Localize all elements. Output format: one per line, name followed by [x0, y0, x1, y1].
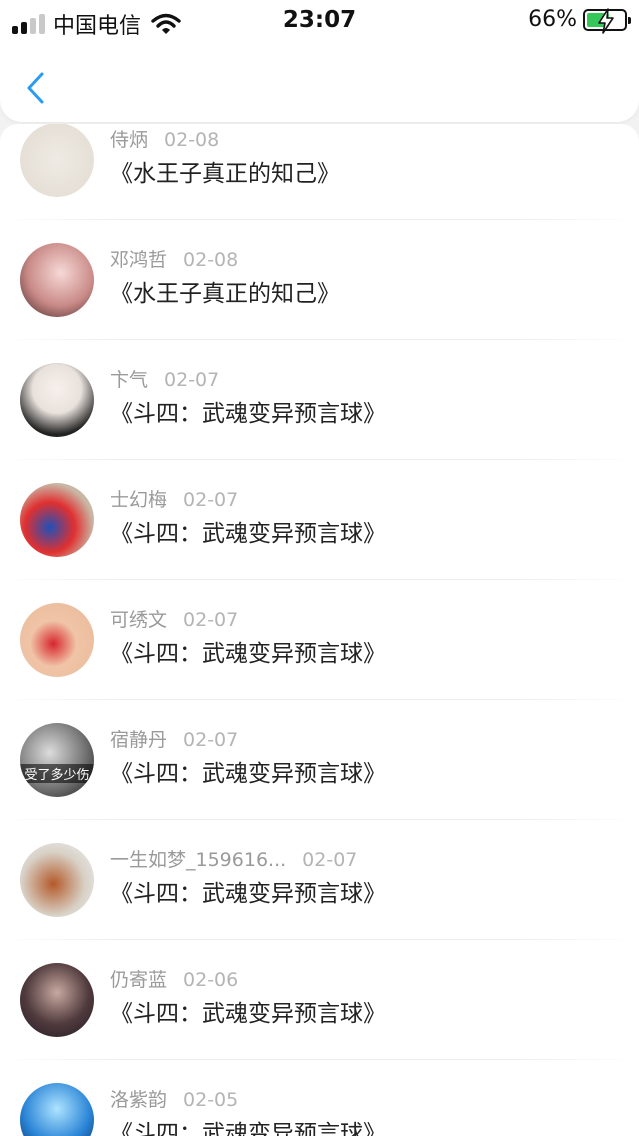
- reply-list[interactable]: 侍炳 02-08 《水王子真正的知己》 邓鸿哲 02-08 《水王子真正的知己》 卞…: [0, 124, 639, 1136]
- reply-content[interactable]: 《斗四：武魂变异预言球》: [110, 514, 386, 548]
- list-item[interactable]: 可绣文 02-07 《斗四：武魂变异预言球》: [0, 580, 639, 700]
- list-item[interactable]: 士幻梅 02-07 《斗四：武魂变异预言球》: [0, 460, 639, 580]
- list-item[interactable]: 受了多少伤 宿静丹 02-07 《斗四：武魂变异预言球》: [0, 700, 639, 820]
- post-date: 02-06: [183, 969, 239, 991]
- post-date: 02-05: [183, 1089, 239, 1111]
- list-item[interactable]: 侍炳 02-08 《水王子真正的知己》: [0, 124, 639, 220]
- user-name[interactable]: 卞气: [110, 369, 148, 391]
- name-row: 一生如梦_159616... 02-07: [110, 845, 357, 872]
- user-name[interactable]: 士幻梅: [110, 489, 167, 511]
- avatar[interactable]: [20, 243, 94, 317]
- post-date: 02-07: [183, 729, 239, 751]
- avatar[interactable]: [20, 603, 94, 677]
- nav-bar: [0, 42, 639, 122]
- status-bar: 中国电信 23:07 66%: [0, 0, 639, 42]
- status-right: 66%: [528, 7, 631, 34]
- post-date: 02-07: [183, 489, 239, 511]
- post-date: 02-08: [183, 249, 239, 271]
- user-name[interactable]: 可绣文: [110, 609, 167, 631]
- user-name[interactable]: 洛紫韵: [110, 1089, 167, 1111]
- name-row: 邓鸿哲 02-08: [110, 245, 238, 272]
- avatar[interactable]: [20, 124, 94, 197]
- reply-content[interactable]: 《斗四：武魂变异预言球》: [110, 874, 386, 908]
- name-row: 可绣文 02-07: [110, 605, 238, 632]
- battery-icon: [583, 7, 631, 34]
- reply-content[interactable]: 《斗四：武魂变异预言球》: [110, 394, 386, 428]
- post-date: 02-08: [164, 129, 220, 151]
- name-row: 卞气 02-07: [110, 365, 219, 392]
- avatar[interactable]: [20, 483, 94, 557]
- avatar[interactable]: [20, 363, 94, 437]
- reply-list-inner: 侍炳 02-08 《水王子真正的知己》 邓鸿哲 02-08 《水王子真正的知己》 卞…: [0, 124, 639, 1136]
- name-row: 士幻梅 02-07: [110, 485, 238, 512]
- post-date: 02-07: [164, 369, 220, 391]
- avatar[interactable]: [20, 843, 94, 917]
- user-name[interactable]: 邓鸿哲: [110, 249, 167, 271]
- post-date: 02-07: [183, 609, 239, 631]
- list-item[interactable]: 洛紫韵 02-05 《斗四：武魂变异预言球》: [0, 1060, 639, 1136]
- avatar[interactable]: [20, 1083, 94, 1136]
- name-row: 仍寄蓝 02-06: [110, 965, 238, 992]
- post-date: 02-07: [302, 849, 358, 871]
- chevron-left-icon[interactable]: [22, 68, 48, 108]
- name-row: 侍炳 02-08: [110, 125, 219, 152]
- user-name[interactable]: 侍炳: [110, 129, 148, 151]
- reply-content[interactable]: 《水王子真正的知己》: [110, 154, 340, 188]
- user-name[interactable]: 一生如梦_159616...: [110, 849, 286, 871]
- list-item[interactable]: 一生如梦_159616... 02-07 《斗四：武魂变异预言球》: [0, 820, 639, 940]
- avatar[interactable]: 受了多少伤: [20, 723, 94, 797]
- name-row: 洛紫韵 02-05: [110, 1085, 238, 1112]
- reply-content[interactable]: 《斗四：武魂变异预言球》: [110, 754, 386, 788]
- list-item[interactable]: 卞气 02-07 《斗四：武魂变异预言球》: [0, 340, 639, 460]
- list-item[interactable]: 仍寄蓝 02-06 《斗四：武魂变异预言球》: [0, 940, 639, 1060]
- avatar[interactable]: [20, 963, 94, 1037]
- charging-bolt-icon: [598, 7, 614, 34]
- reply-content[interactable]: 《斗四：武魂变异预言球》: [110, 1114, 386, 1136]
- battery-cap: [628, 16, 631, 24]
- user-name[interactable]: 仍寄蓝: [110, 969, 167, 991]
- name-row: 宿静丹 02-07: [110, 725, 238, 752]
- reply-content[interactable]: 《斗四：武魂变异预言球》: [110, 634, 386, 668]
- user-name[interactable]: 宿静丹: [110, 729, 167, 751]
- avatar-caption: 受了多少伤: [20, 764, 94, 783]
- list-item[interactable]: 邓鸿哲 02-08 《水王子真正的知己》: [0, 220, 639, 340]
- reply-content[interactable]: 《水王子真正的知己》: [110, 274, 340, 308]
- battery-percent: 66%: [528, 7, 577, 32]
- reply-content[interactable]: 《斗四：武魂变异预言球》: [110, 994, 386, 1028]
